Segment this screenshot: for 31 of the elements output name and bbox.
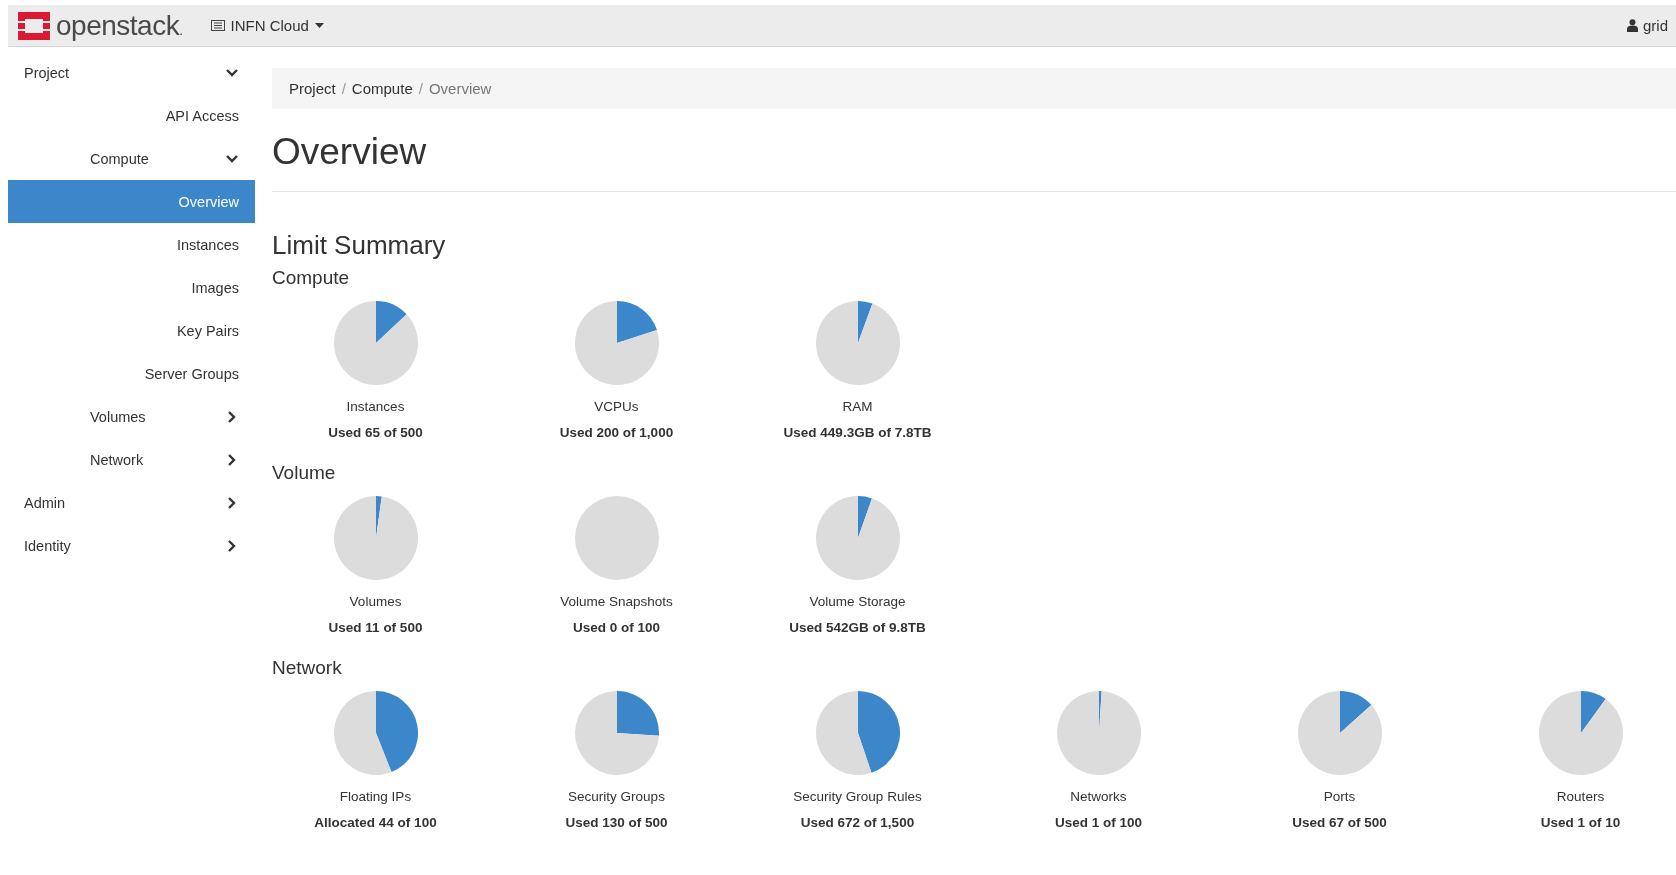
quota-name: Security Groups	[568, 789, 665, 804]
section-title: Limit Summary	[272, 230, 447, 261]
group-title: Compute	[272, 267, 351, 289]
quota-usage: Used 542GB of 9.8TB	[789, 620, 926, 635]
quota-name: Networks	[1070, 789, 1127, 804]
group-title: Volume	[272, 462, 337, 484]
quota-usage: Used 11 of 500	[328, 620, 423, 635]
quota-usage: Used 672 of 1,500	[800, 815, 915, 830]
quota-name: Volume Snapshots	[560, 594, 673, 609]
quota-usage: Allocated 44 of 100	[314, 815, 437, 830]
quota-usage: Used 67 of 500	[1292, 815, 1387, 830]
quota-name: RAM	[842, 399, 873, 414]
quota-usage: Used 200 of 1,000	[559, 425, 674, 440]
quota-name: Instances	[346, 399, 405, 414]
quota-name: Ports	[1323, 789, 1356, 804]
quota-name: Volumes	[349, 594, 402, 609]
page-title: Overview	[272, 131, 428, 173]
breadcrumb-separator: /	[341, 80, 346, 97]
quota-usage: Used 0 of 100	[572, 620, 660, 635]
quota-name: Volume Storage	[809, 594, 906, 609]
quota-usage: Used 1 of 100	[1054, 815, 1142, 830]
quota-name: Routers	[1556, 789, 1605, 804]
quota-usage: Used 65 of 500	[328, 425, 423, 440]
quota-name: Floating IPs	[339, 789, 412, 804]
quota-usage: Used 449.3GB of 7.8TB	[783, 425, 932, 440]
group-title: Network	[272, 657, 343, 679]
quota-usage: Used 1 of 10	[1540, 815, 1621, 830]
quota-name: Security Group Rules	[793, 789, 922, 804]
quota-usage: Used 130 of 500	[565, 815, 668, 830]
breadcrumb-separator: /	[418, 80, 423, 97]
quota-name: VCPUs	[594, 399, 639, 414]
